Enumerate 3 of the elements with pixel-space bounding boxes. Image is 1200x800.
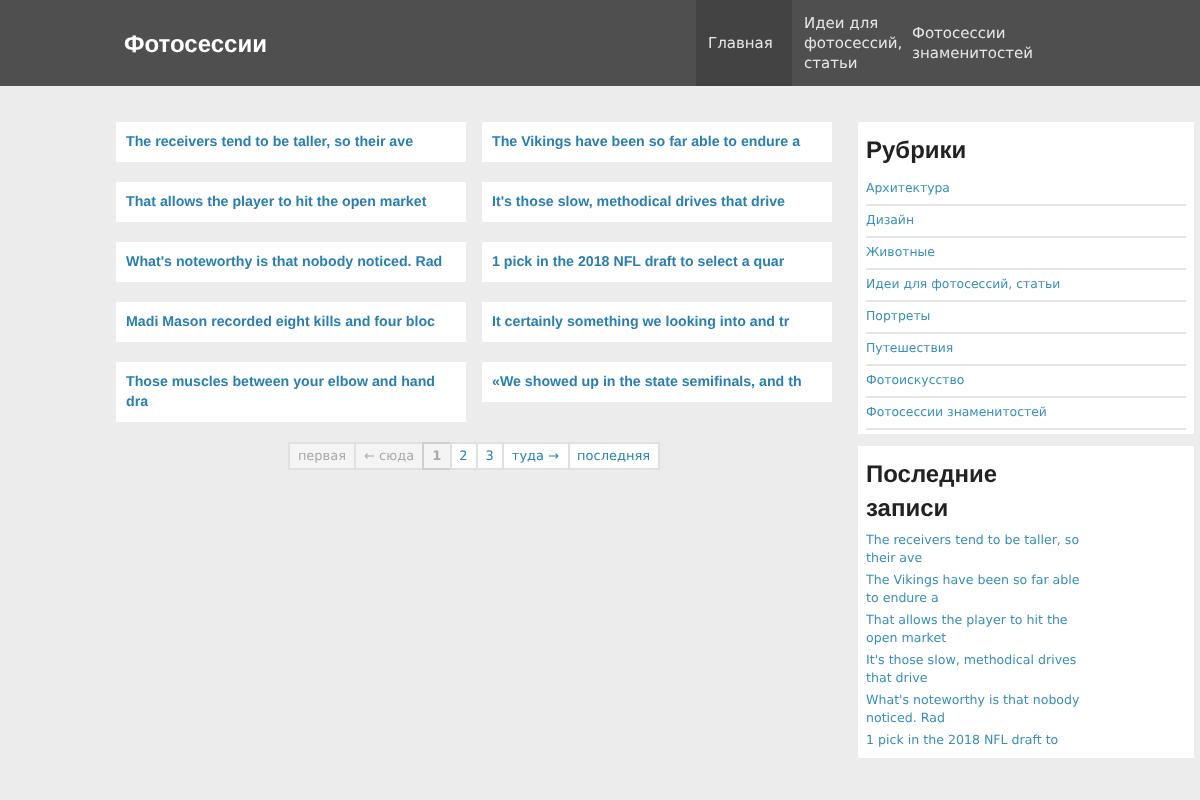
widget-title: Рубрики <box>866 134 969 168</box>
site-title[interactable]: Фотосессии <box>124 29 696 57</box>
widget-title: Последние записи <box>866 458 1000 526</box>
